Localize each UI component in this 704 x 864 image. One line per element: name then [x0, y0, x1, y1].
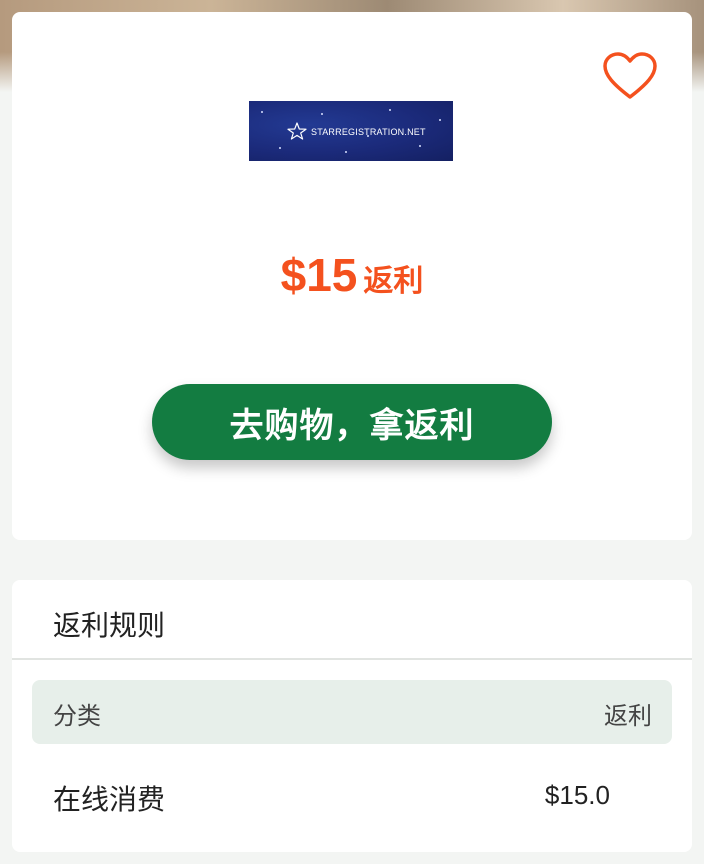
header-category: 分类: [53, 702, 101, 730]
rules-title: 返利规则: [53, 609, 166, 642]
rules-table-header: 分类 返利: [32, 680, 672, 744]
shop-cashback-button[interactable]: 去购物，拿返利: [152, 384, 552, 460]
star-icon: [287, 122, 307, 140]
favorite-button[interactable]: [602, 48, 658, 104]
logo-star-dot: [261, 111, 263, 113]
table-row: 在线消费 $15.0: [12, 772, 692, 822]
brand-logo-text: STARREGISTRATION.NET: [311, 127, 426, 137]
logo-star-dot: [321, 113, 323, 115]
logo-star-dot: [345, 151, 347, 153]
rules-divider: [12, 658, 692, 660]
logo-star-dot: [439, 119, 441, 121]
offer-card: STARREGISTRATION.NET $15 返利 去购物，拿返利: [12, 12, 692, 540]
heart-outline-icon: [603, 52, 657, 99]
logo-star-dot: [389, 109, 391, 111]
logo-star-dot: [419, 145, 421, 147]
row-category: 在线消费: [53, 783, 166, 816]
cashback-suffix: 返利: [363, 264, 424, 299]
cashback-value: $15: [280, 249, 358, 301]
brand-logo: STARREGISTRATION.NET: [249, 101, 453, 161]
cashback-rules-card: 返利规则 分类 返利 在线消费 $15.0: [12, 580, 692, 852]
cashback-amount: $15 返利: [12, 248, 692, 302]
header-cashback: 返利: [604, 702, 652, 730]
row-cashback-value: $15.0: [544, 780, 610, 810]
logo-star-dot: [279, 147, 281, 149]
